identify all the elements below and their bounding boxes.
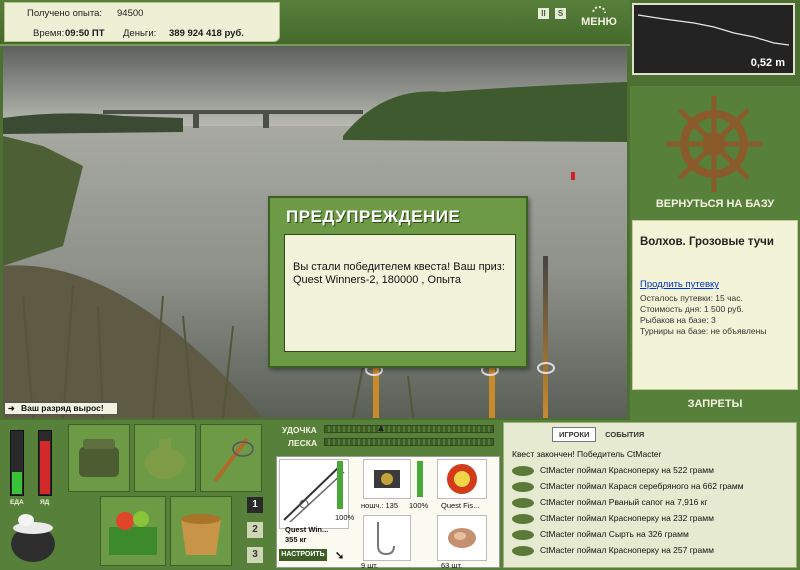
reel-icon	[537, 362, 555, 374]
page-button-3[interactable]: 3	[247, 547, 263, 563]
dialog-title: ПРЕДУПРЕЖДЕНИЕ	[286, 207, 461, 226]
tackle-panel: Quest Win... 355 кг 100% ношч.: 135 100%…	[276, 456, 500, 570]
hook-count: 9 шт.	[361, 561, 378, 570]
reel-durability: 100%	[409, 501, 429, 510]
fish-icon	[512, 530, 534, 540]
rod-name: Quest Win...	[285, 525, 329, 534]
info-line: Турниры на базе: не объявлены	[640, 326, 767, 336]
event-item: CtMacter поймал Красноперку на 257 грамм	[540, 545, 714, 555]
tackle-bag-icon	[79, 439, 119, 477]
line-slot[interactable]	[437, 459, 487, 499]
fishing-line-spool-icon	[447, 464, 477, 494]
money-label: Деньги:	[123, 28, 157, 39]
fish-icon	[512, 546, 534, 556]
location-title: Волхов. Грозовые тучи	[640, 236, 774, 248]
vegetable-basket-icon	[109, 511, 157, 555]
cauldron-icon[interactable]	[6, 510, 60, 566]
events-tabs: ИГРОКИ СОБЫТИЯ	[552, 427, 650, 442]
depth-graph: 0,52 m	[632, 3, 795, 75]
event-item: Квест закончен! Победитель CtMacter	[512, 449, 662, 459]
hook-slot[interactable]	[363, 515, 411, 561]
event-item: CtMacter поймал Карася серебряного на 66…	[540, 481, 744, 491]
depth-value: 0,52 m	[750, 57, 785, 69]
time-label: Время:	[33, 28, 65, 39]
rod-3[interactable]	[543, 256, 548, 418]
ship-wheel-icon[interactable]	[662, 94, 766, 194]
xp-value: 94500	[117, 8, 144, 19]
extend-permit-link[interactable]: Продлить путевку	[640, 279, 719, 290]
reel-label: ношч.: 135	[361, 501, 399, 510]
bait-count: 63 шт.	[441, 561, 463, 570]
return-to-base-button[interactable]: ВЕРНУТЬСЯ НА БАЗУ	[630, 198, 800, 210]
landing-net-icon	[213, 437, 254, 483]
line-tension-bar	[324, 438, 494, 446]
event-item: CtMacter поймал Красноперку на 232 грамм	[540, 513, 714, 523]
pause-icon[interactable]: II	[538, 8, 549, 19]
info-line: Стоимость дня: 1 500 руб.	[640, 304, 744, 314]
poison-meter-fill	[40, 441, 50, 494]
rod-durability-bar	[337, 461, 343, 509]
bucket-icon	[181, 514, 221, 555]
poison-meter	[38, 430, 52, 496]
page-button-2[interactable]: 2	[247, 522, 263, 538]
sound-icon[interactable]: S	[555, 8, 566, 19]
bait-slot[interactable]	[437, 515, 487, 561]
food-meter	[10, 430, 24, 496]
events-panel: ИГРОКИ СОБЫТИЯ Квест закончен! Победител…	[503, 422, 797, 568]
fish-icon	[512, 482, 534, 492]
food-label: ЕДА	[10, 499, 24, 506]
inventory-slot-bucket[interactable]	[170, 496, 232, 566]
hook-icon	[377, 522, 395, 556]
reel-slot[interactable]	[363, 459, 411, 499]
boot-icon	[512, 498, 534, 508]
line-label: Quest Fis...	[441, 501, 480, 510]
time-value: 09:50 ПТ	[65, 28, 105, 39]
inventory-slot-sack[interactable]	[134, 424, 196, 492]
menu-button[interactable]: МЕНЮ	[579, 4, 619, 28]
poison-label: ЯД	[40, 499, 50, 506]
reel-durability-bar	[417, 461, 423, 497]
gear-icon	[592, 6, 606, 20]
event-item: CtMacter поймал Рваный сапог на 7,916 кг	[540, 497, 708, 507]
event-item: CtMacter поймал Красноперку на 522 грамм	[540, 465, 714, 475]
page-button-1[interactable]: 1	[247, 497, 263, 513]
bait-icon	[448, 528, 476, 548]
tab-events[interactable]: СОБЫТИЯ	[599, 428, 650, 441]
line-tension-label: ЛЕСКА	[288, 438, 318, 448]
arrow-right-icon: ➜	[8, 404, 15, 413]
location-panel: Волхов. Грозовые тучи Продлить путевку О…	[632, 220, 798, 390]
fish-icon	[512, 514, 534, 524]
dialog-message: Вы стали победителем квеста! Ваш приз: Q…	[284, 234, 516, 352]
rod-weight: 355 кг	[285, 535, 307, 544]
inventory-slot-net[interactable]	[200, 424, 262, 492]
bait-sack-icon	[145, 439, 185, 479]
xp-label: Получено опыта:	[27, 8, 103, 19]
event-item: CtMacter поймал Сырть на 326 грамм	[540, 529, 689, 539]
rank-up-badge[interactable]: ➜ Ваш разряд вырос!	[4, 402, 118, 415]
fish-icon	[512, 466, 534, 476]
rank-up-label: Ваш разряд вырос!	[21, 403, 104, 413]
arrow-down-right-icon: ➘	[335, 550, 345, 562]
warning-dialog: ПРЕДУПРЕЖДЕНИЕ Вы стали победителем квес…	[268, 196, 528, 368]
rod-durability: 100%	[335, 513, 355, 522]
inventory-slot-bag[interactable]	[68, 424, 130, 492]
setup-button[interactable]: НАСТРОИТЬ	[279, 549, 327, 561]
tension-marker-icon: ▲	[376, 423, 386, 434]
reel-icon	[374, 470, 400, 488]
rod-tension-label: УДОЧКА	[282, 425, 317, 435]
bans-button[interactable]: ЗАПРЕТЫ	[630, 398, 800, 410]
menu-label: МЕНЮ	[581, 16, 617, 28]
info-line: Рыбаков на базе: 3	[640, 315, 716, 325]
stats-panel: Получено опыта: 94500 Время: 09:50 ПТ Де…	[4, 2, 280, 42]
tab-players[interactable]: ИГРОКИ	[552, 427, 597, 442]
rod-tension-bar	[324, 425, 494, 433]
inventory-slot-basket[interactable]	[100, 496, 166, 566]
food-meter-fill	[12, 472, 22, 494]
money-value: 389 924 418 руб.	[169, 28, 244, 39]
info-line: Осталось путевки: 15 час.	[640, 293, 743, 303]
